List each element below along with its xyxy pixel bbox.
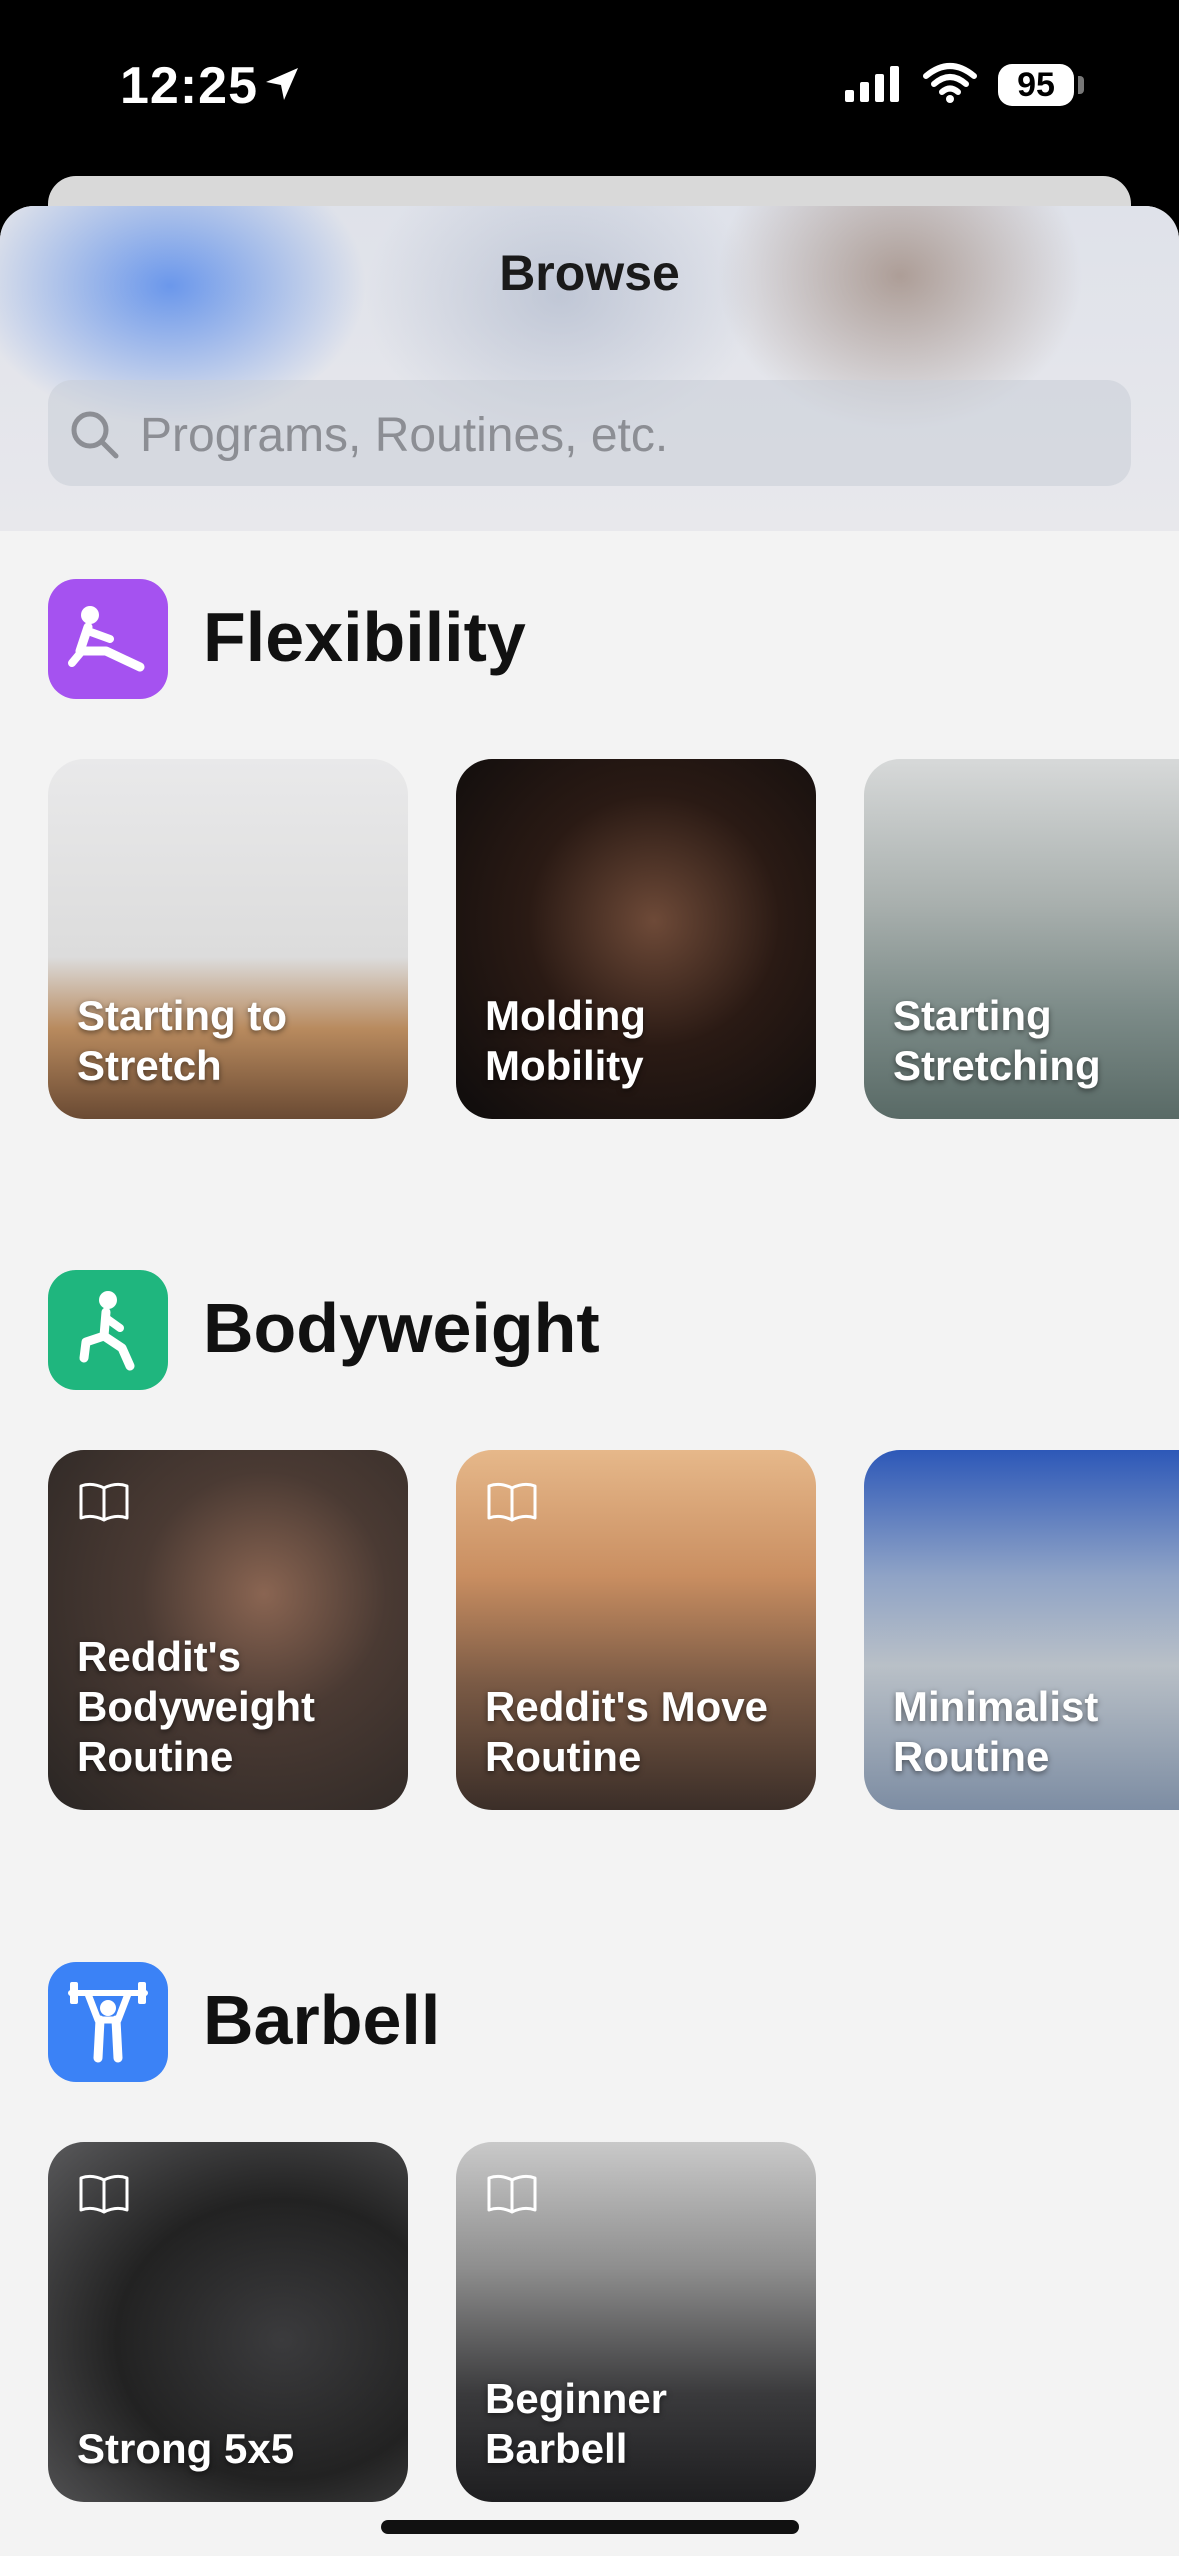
battery-indicator: 95 <box>998 64 1074 106</box>
program-card-molding-mobility[interactable]: Molding Mobility <box>456 759 816 1119</box>
card-title: Starting Stretching <box>893 992 1101 1089</box>
card-title: Minimalist Routine <box>893 1683 1099 1780</box>
location-arrow-icon <box>262 64 302 109</box>
browse-sheet: Browse Programs, Routines, etc. Flexibil… <box>0 206 1179 2556</box>
program-card-strong-5x5[interactable]: Strong 5x5 <box>48 2142 408 2502</box>
section-header-bodyweight: Bodyweight <box>48 1270 1048 1390</box>
card-title: Molding Mobility <box>485 992 646 1089</box>
card-title: Beginner Barbell <box>485 2375 668 2472</box>
status-time: 12:25 <box>120 57 258 115</box>
program-card-reddits-bodyweight-routine[interactable]: Reddit's Bodyweight Routine <box>48 1450 408 1810</box>
program-card-reddits-move-routine[interactable]: Reddit's Move Routine <box>456 1450 816 1810</box>
search-placeholder: Programs, Routines, etc. <box>140 409 669 462</box>
book-icon <box>486 2174 538 2219</box>
book-icon <box>78 1482 130 1527</box>
card-title: Reddit's Move Routine <box>485 1683 769 1780</box>
section-header-barbell: Barbell <box>48 1962 1048 2082</box>
section-title: Flexibility <box>203 598 526 676</box>
card-title: Strong 5x5 <box>77 2425 295 2472</box>
weightlifter-icon <box>48 1962 168 2082</box>
card-title: Starting to Stretch <box>77 992 287 1089</box>
status-bar: 12:25 95 <box>0 0 1179 170</box>
home-indicator[interactable] <box>381 2520 799 2534</box>
program-card-beginner-barbell[interactable]: Beginner Barbell <box>456 2142 816 2502</box>
battery-cap <box>1078 76 1084 94</box>
cellular-signal-icon <box>845 64 905 109</box>
program-card-minimalist-routine[interactable]: Minimalist Routine <box>864 1450 1179 1810</box>
lunge-icon <box>48 1270 168 1390</box>
search-icon <box>68 408 122 467</box>
card-title: Reddit's Bodyweight Routine <box>77 1633 315 1780</box>
program-card-starting-stretching[interactable]: Starting Stretching <box>864 759 1179 1119</box>
stretch-icon <box>48 579 168 699</box>
program-card-starting-to-stretch[interactable]: Starting to Stretch <box>48 759 408 1119</box>
section-title: Barbell <box>203 1981 441 2059</box>
section-title: Bodyweight <box>203 1289 600 1367</box>
section-header-flexibility: Flexibility <box>48 579 1048 699</box>
browse-header: Browse Programs, Routines, etc. <box>0 206 1179 531</box>
wifi-icon <box>922 62 978 109</box>
search-input[interactable]: Programs, Routines, etc. <box>48 380 1131 486</box>
book-icon <box>486 1482 538 1527</box>
page-title: Browse <box>499 245 680 301</box>
book-icon <box>78 2174 130 2219</box>
